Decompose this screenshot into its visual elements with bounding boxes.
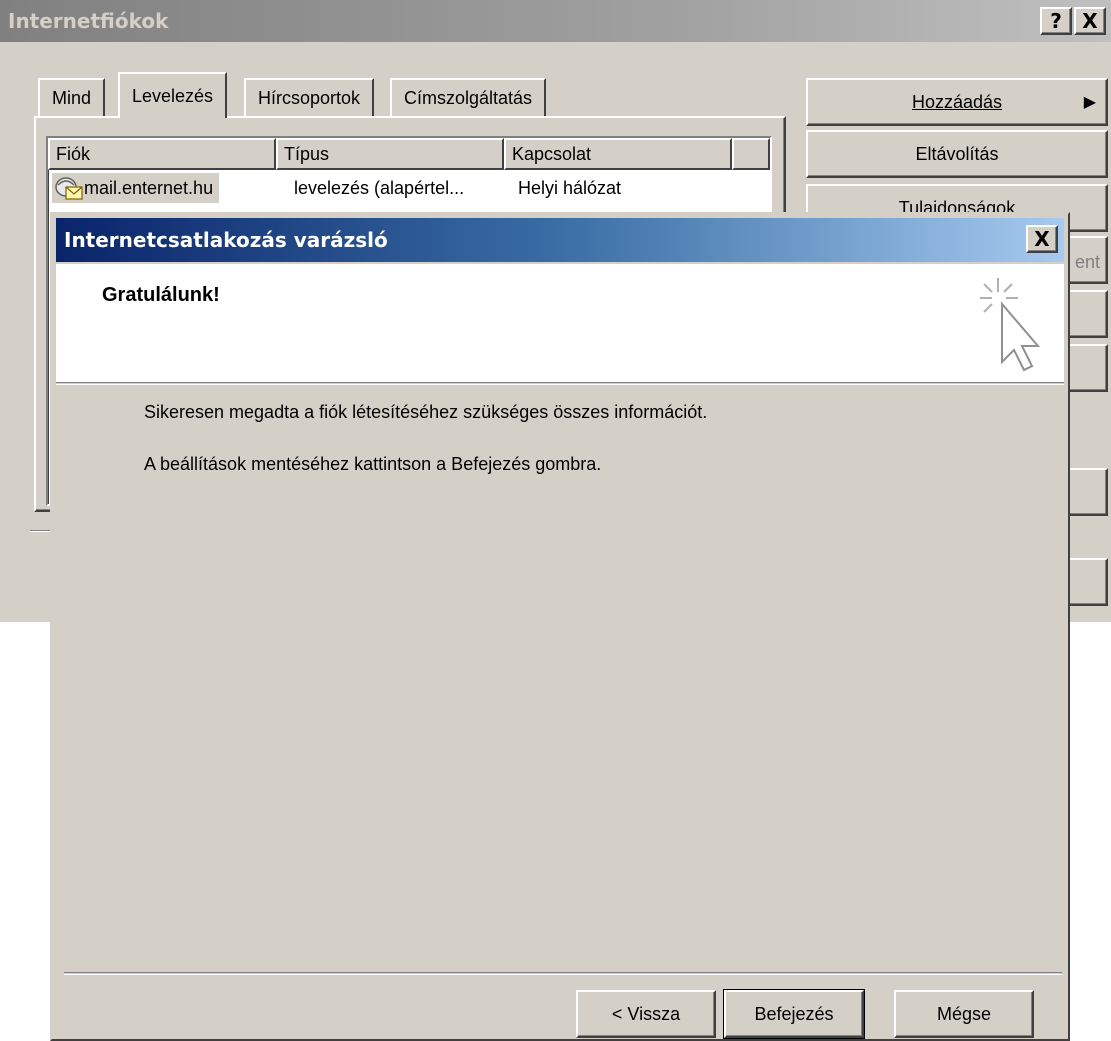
wizard-cursor-sparkle-icon xyxy=(980,278,1041,372)
account-cell: mail.enternet.hu xyxy=(52,173,276,203)
tab-mind[interactable]: Mind xyxy=(38,78,106,116)
column-header-kapcsolat[interactable]: Kapcsolat xyxy=(504,138,732,170)
column-header-empty xyxy=(732,138,770,170)
wizard-title: Internetcsatlakozás varázsló xyxy=(64,228,388,252)
column-header-tipus[interactable]: Típus xyxy=(276,138,504,170)
column-header-fiok[interactable]: Fiók xyxy=(48,138,276,170)
remove-button[interactable]: Eltávolítás xyxy=(806,130,1108,178)
wizard-close-button[interactable]: X xyxy=(1026,225,1058,253)
help-button[interactable]: ? xyxy=(1040,7,1072,35)
table-row[interactable]: mail.enternet.hu levelezés (alapértel...… xyxy=(52,172,762,204)
finish-button[interactable]: Befejezés xyxy=(723,989,865,1039)
cancel-button[interactable]: Mégse xyxy=(894,990,1034,1038)
back-window-titlebar[interactable]: Internetfiókok ? X xyxy=(0,0,1111,42)
internet-connection-wizard: Internetcsatlakozás varázsló X Gratulálu… xyxy=(50,212,1070,1041)
tab-hircsoportok[interactable]: Hírcsoportok xyxy=(244,78,375,116)
wizard-header-separator xyxy=(56,382,1064,385)
wizard-body-line1: Sikeresen megadta a fiók létesítéséhez s… xyxy=(144,402,708,422)
mail-account-icon xyxy=(55,177,83,200)
wizard-footer-separator xyxy=(64,972,1062,975)
back-button[interactable]: < Vissza xyxy=(576,990,716,1038)
wizard-titlebar[interactable]: Internetcsatlakozás varázsló X xyxy=(56,218,1064,262)
add-button[interactable]: Hozzáadás ▶ xyxy=(806,78,1108,126)
type-cell: levelezés (alapértel... xyxy=(294,177,465,198)
arrow-right-icon: ▶ xyxy=(1083,94,1096,111)
connection-cell: Helyi hálózat xyxy=(518,177,622,198)
tab-cimszolgaltatas[interactable]: Címszolgáltatás xyxy=(390,78,547,116)
listview-header: Fiók Típus Kapcsolat xyxy=(48,138,770,170)
back-window-title: Internetfiókok xyxy=(8,9,169,33)
wizard-heading: Gratulálunk! xyxy=(102,284,220,306)
account-name: mail.enternet.hu xyxy=(84,177,214,198)
tab-levelezes[interactable]: Levelezés xyxy=(118,72,228,118)
back-window-close-button[interactable]: X xyxy=(1074,7,1106,35)
wizard-header xyxy=(56,264,1064,382)
wizard-body-line2: A beállítások mentéséhez kattintson a Be… xyxy=(144,454,602,474)
